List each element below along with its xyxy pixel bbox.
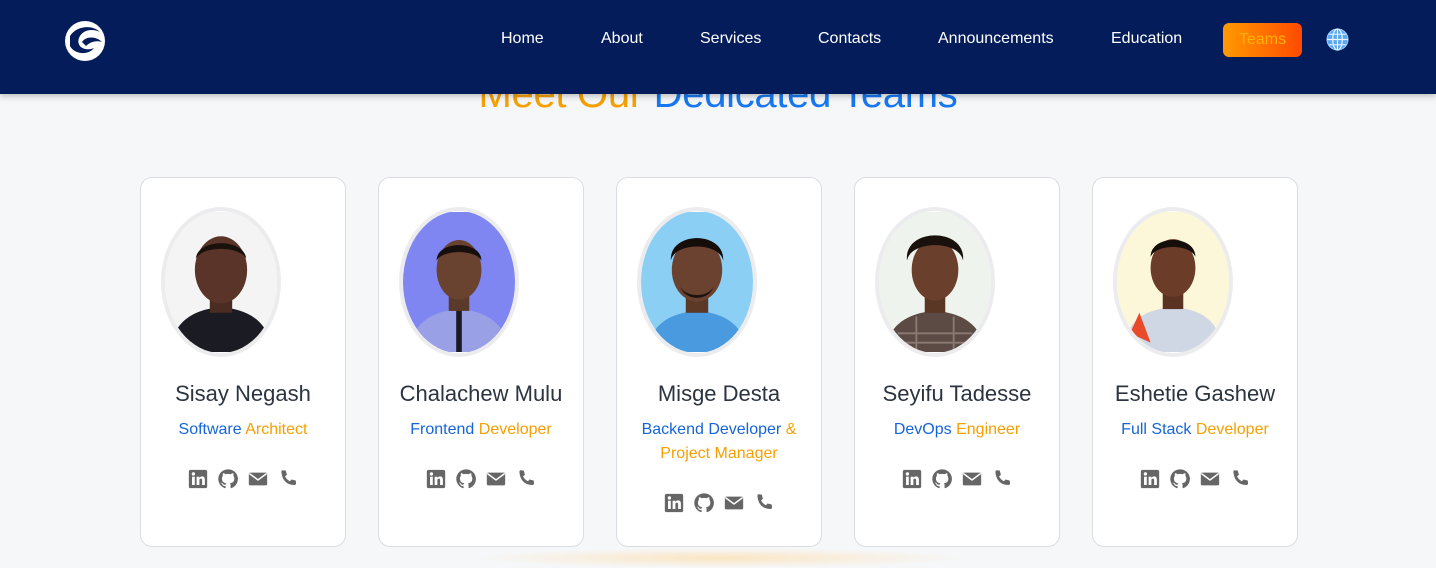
nav-announcements[interactable]: Announcements (938, 30, 1054, 48)
nav-education[interactable]: Education (1111, 30, 1182, 48)
social-links (379, 468, 583, 490)
github-icon[interactable] (1169, 468, 1191, 490)
phone-icon[interactable] (753, 492, 775, 514)
avatar (637, 207, 757, 357)
social-links (617, 492, 821, 514)
member-role: Software Architect (178, 421, 308, 438)
phone-icon[interactable] (277, 468, 299, 490)
member-name: Misge Desta (657, 381, 781, 406)
globe-icon[interactable] (1326, 28, 1349, 51)
member-role: Backend Developer & Project Manager (641, 421, 797, 462)
linkedin-icon[interactable] (1139, 468, 1161, 490)
phone-icon[interactable] (991, 468, 1013, 490)
linkedin-icon[interactable] (187, 468, 209, 490)
avatar (875, 207, 995, 357)
avatar (1113, 207, 1233, 357)
mail-icon[interactable] (247, 468, 269, 490)
nav-services[interactable]: Services (700, 30, 761, 48)
footer-glow (470, 548, 970, 568)
mail-icon[interactable] (485, 468, 507, 490)
phone-icon[interactable] (1229, 468, 1251, 490)
github-icon[interactable] (455, 468, 477, 490)
avatar (161, 207, 281, 357)
social-links (855, 468, 1059, 490)
linkedin-icon[interactable] (425, 468, 447, 490)
mail-icon[interactable] (723, 492, 745, 514)
team-card: Eshetie Gashew Full Stack Developer (1092, 177, 1298, 547)
github-icon[interactable] (217, 468, 239, 490)
social-links (1093, 468, 1297, 490)
github-icon[interactable] (693, 492, 715, 514)
linkedin-icon[interactable] (663, 492, 685, 514)
mail-icon[interactable] (1199, 468, 1221, 490)
member-name: Chalachew Mulu (399, 381, 563, 406)
phone-icon[interactable] (515, 468, 537, 490)
github-icon[interactable] (931, 468, 953, 490)
team-card: Sisay Negash Software Architect (140, 177, 346, 547)
nav-home[interactable]: Home (501, 30, 544, 48)
logo-icon[interactable] (62, 18, 108, 64)
nav-about[interactable]: About (601, 30, 643, 48)
avatar (399, 207, 519, 357)
member-role: Full Stack Developer (1121, 421, 1269, 438)
member-role: DevOps Engineer (893, 421, 1021, 438)
social-links (141, 468, 345, 490)
team-card: Seyifu Tadesse DevOps Engineer (854, 177, 1060, 547)
top-navbar: Home About Services Contacts Announcemen… (0, 0, 1436, 94)
team-card: Chalachew Mulu Frontend Developer (378, 177, 584, 547)
member-name: Eshetie Gashew (1114, 381, 1276, 406)
linkedin-icon[interactable] (901, 468, 923, 490)
member-name: Seyifu Tadesse (882, 381, 1032, 406)
nav-teams[interactable]: Teams (1223, 23, 1302, 57)
member-name: Sisay Negash (175, 381, 311, 406)
member-role: Frontend Developer (410, 421, 552, 438)
mail-icon[interactable] (961, 468, 983, 490)
nav-contacts[interactable]: Contacts (818, 30, 881, 48)
team-card: Misge Desta Backend Developer & Project … (616, 177, 822, 547)
